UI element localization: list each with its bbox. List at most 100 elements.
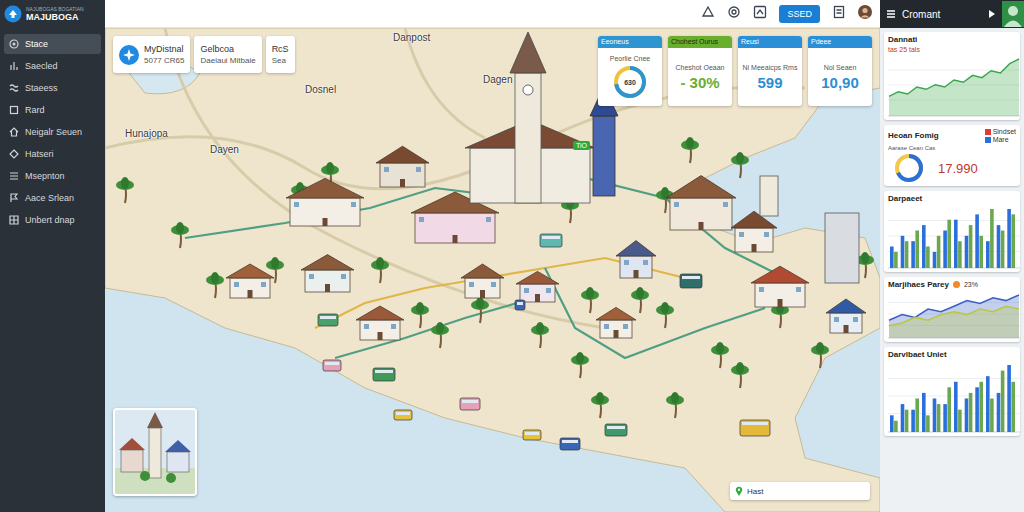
menu-icon bbox=[9, 171, 19, 181]
sidebar-item[interactable]: Msepnton bbox=[4, 166, 101, 186]
thumbnail[interactable] bbox=[113, 408, 197, 496]
trend-dot bbox=[953, 281, 960, 288]
document-button[interactable] bbox=[832, 5, 846, 23]
building-roof bbox=[376, 146, 429, 163]
building bbox=[226, 264, 274, 298]
widget-card[interactable]: Dannatitas 25 tals bbox=[884, 32, 1020, 120]
bar bbox=[911, 410, 915, 432]
sidebar-item[interactable]: Staeess bbox=[4, 78, 101, 98]
logo-title: MAJUBOGA bbox=[26, 12, 84, 22]
expand-button[interactable] bbox=[988, 5, 996, 23]
building-window bbox=[834, 317, 839, 322]
map-label: Hunajopa bbox=[125, 128, 168, 139]
document-icon bbox=[832, 5, 846, 19]
crown bbox=[716, 342, 724, 354]
widget-card[interactable]: Darpaeet bbox=[884, 191, 1020, 272]
map-label: Danpost bbox=[393, 32, 430, 43]
building-wall bbox=[735, 228, 773, 252]
vehicle bbox=[515, 300, 525, 310]
upload-button[interactable] bbox=[753, 5, 767, 23]
building-window bbox=[853, 317, 858, 322]
map-marker: TiO bbox=[573, 141, 590, 150]
map-label: Dayen bbox=[210, 144, 239, 155]
bg bbox=[1002, 1, 1024, 27]
crown bbox=[476, 297, 484, 309]
crown bbox=[661, 302, 669, 314]
stat-subtitle: Ni Meeaicps Rms bbox=[743, 64, 798, 71]
palm-tree bbox=[371, 257, 389, 283]
building-door bbox=[400, 179, 405, 187]
building-door bbox=[699, 222, 704, 230]
palm-tree bbox=[731, 362, 749, 388]
building-window bbox=[524, 288, 529, 293]
sidebar-item[interactable]: Saecled bbox=[4, 56, 101, 76]
sidebar-item[interactable]: Rard bbox=[4, 100, 101, 120]
building-roof bbox=[226, 264, 274, 278]
body bbox=[1004, 21, 1022, 28]
building-window bbox=[674, 202, 679, 207]
info-card[interactable]: GelbcoaDaeiaui Mitbaie bbox=[194, 36, 261, 73]
widget-card[interactable]: Marjihaes Parey23% bbox=[884, 277, 1020, 342]
info-cards: MyDistnal5077 CR65GelbcoaDaeiaui Mitbaie… bbox=[113, 36, 295, 73]
location-search[interactable]: Hast bbox=[730, 482, 870, 500]
info-title: RcS bbox=[272, 44, 289, 54]
stat-donut: 630 bbox=[613, 65, 647, 99]
avatar[interactable] bbox=[858, 5, 872, 23]
stat-card[interactable]: PdeeeNol Seaen10,90 bbox=[808, 36, 872, 106]
building bbox=[731, 211, 777, 252]
info-card[interactable]: MyDistnal5077 CR65 bbox=[113, 36, 190, 73]
widget-card[interactable]: Darvlbaet Uniet bbox=[884, 347, 1020, 436]
gridline bbox=[888, 378, 1020, 379]
crown bbox=[416, 302, 424, 314]
bar bbox=[894, 421, 898, 432]
logo-icon bbox=[4, 5, 22, 23]
right-panel: Dannatitas 25 talsHeoan FomigSindsetMare… bbox=[880, 28, 1024, 512]
widget-card[interactable]: Heoan FomigSindsetMareAarase Cean Cas17.… bbox=[884, 125, 1020, 186]
sidebar-item[interactable]: Hatseri bbox=[4, 144, 101, 164]
building-window bbox=[623, 324, 628, 329]
sidebar-item[interactable]: Aace Srlean bbox=[4, 188, 101, 208]
stat-card[interactable]: ReusiNi Meeaicps Rms599 bbox=[738, 36, 802, 106]
bar bbox=[986, 241, 990, 268]
pin-hole bbox=[738, 489, 740, 491]
sidebar-item[interactable]: Unbert dnap bbox=[4, 210, 101, 230]
building-wall bbox=[670, 198, 732, 230]
vehicle-body bbox=[523, 430, 541, 440]
target-icon bbox=[727, 5, 741, 19]
info-texts: RcSSea bbox=[272, 44, 289, 65]
map[interactable]: DanpostDosnelDagenHunajopaDayenTiOMyDist… bbox=[105, 28, 880, 512]
alert-button[interactable] bbox=[701, 5, 715, 23]
building bbox=[751, 266, 809, 307]
crown bbox=[211, 272, 219, 284]
stat-card[interactable]: EeoneusPeorlie Cnee630 bbox=[598, 36, 662, 106]
stat-card[interactable]: Chohest OurusCheshot Oeaan- 30% bbox=[668, 36, 732, 106]
bar bbox=[933, 252, 937, 268]
info-card[interactable]: RcSSea bbox=[266, 36, 295, 73]
building-window bbox=[764, 232, 769, 237]
office-building bbox=[825, 213, 859, 283]
widget-caption: Aarase Cean Cas bbox=[888, 145, 1016, 151]
building-window bbox=[643, 260, 648, 265]
palm-tree bbox=[531, 322, 549, 348]
sidebar-item[interactable]: Stace bbox=[4, 34, 101, 54]
building bbox=[376, 146, 429, 187]
primary-button[interactable]: SSED bbox=[779, 5, 820, 23]
building-roof bbox=[301, 255, 354, 270]
vehicle-body bbox=[740, 420, 770, 436]
stat-body: Cheshot Oeaan- 30% bbox=[668, 48, 732, 106]
menu-button[interactable] bbox=[886, 5, 896, 23]
palm-tree bbox=[681, 137, 699, 163]
bar bbox=[958, 241, 962, 268]
target-button[interactable] bbox=[727, 5, 741, 23]
bar bbox=[890, 415, 894, 432]
palm-tree bbox=[591, 392, 609, 418]
crown bbox=[536, 322, 544, 334]
sidebar-item[interactable]: Neigalr Seuen bbox=[4, 122, 101, 142]
gridline bbox=[888, 70, 1020, 71]
sidebar-label: Stace bbox=[25, 39, 48, 49]
donut-chart bbox=[894, 153, 924, 183]
bar bbox=[943, 404, 947, 432]
chart bbox=[888, 291, 1020, 339]
vehicle bbox=[323, 360, 341, 371]
flag-shape bbox=[11, 194, 17, 202]
